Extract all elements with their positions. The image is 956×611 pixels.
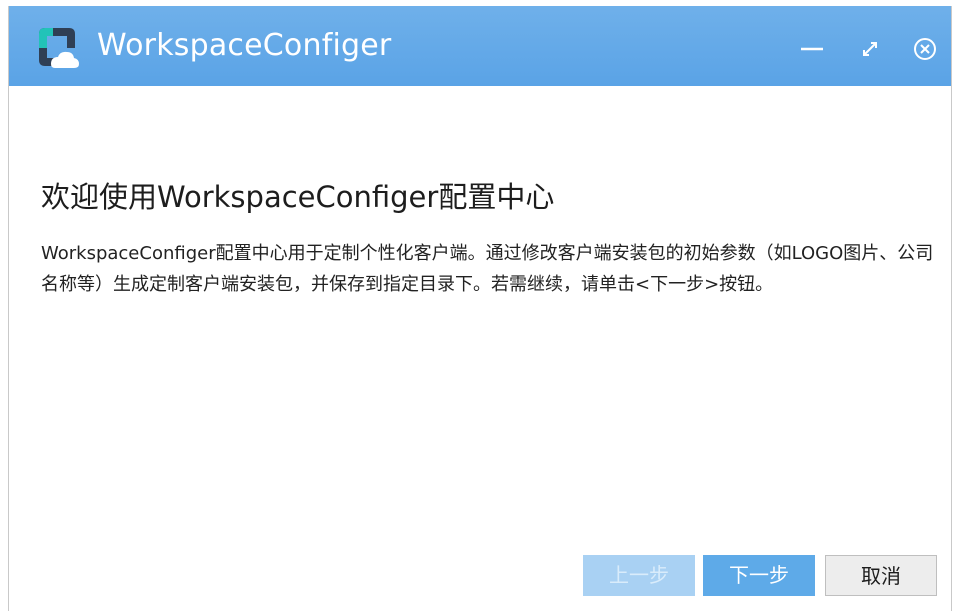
maximize-icon[interactable] — [857, 36, 883, 62]
app-logo-icon — [33, 24, 81, 72]
previous-step-button[interactable]: 上一步 — [583, 555, 695, 596]
title-bar[interactable]: WorkspaceConfiger — [9, 6, 951, 86]
next-step-button[interactable]: 下一步 — [703, 555, 815, 596]
welcome-description: WorkspaceConfiger配置中心用于定制个性化客户端。通过修改客户端安… — [41, 243, 934, 295]
cancel-button[interactable]: 取消 — [825, 555, 937, 596]
window-title: WorkspaceConfiger — [97, 28, 392, 63]
close-circle-icon[interactable] — [912, 36, 938, 62]
minimize-icon[interactable] — [799, 36, 825, 62]
configurator-window: WorkspaceConfiger 欢迎使用WorkspaceConfiger配… — [8, 6, 952, 611]
page-title: 欢迎使用WorkspaceConfiger配置中心 — [41, 180, 555, 214]
